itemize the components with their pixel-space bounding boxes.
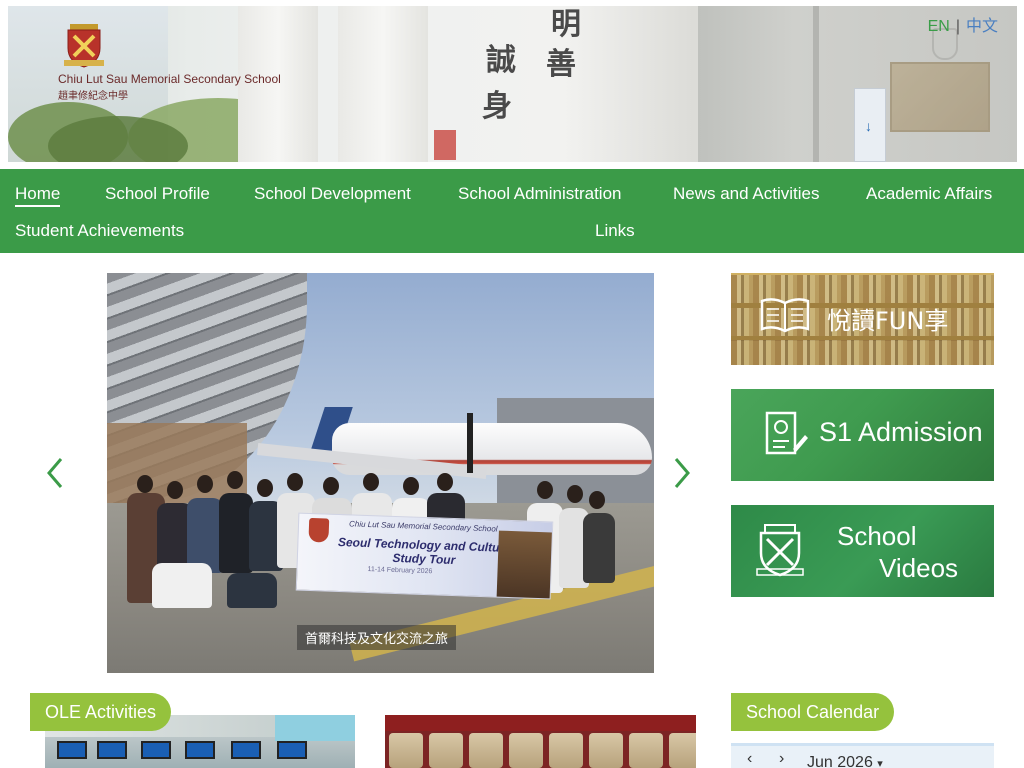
nav-academic-affairs[interactable]: Academic Affairs [866, 184, 992, 204]
main-nav: Home School Profile School Development S… [0, 169, 1024, 253]
nav-links[interactable]: Links [595, 221, 635, 241]
banner-tour-dates: 11-14 February 2026 [367, 566, 433, 576]
calendar-next-button[interactable]: › [779, 750, 784, 768]
chevron-left-icon [47, 458, 63, 488]
school-calendar-heading[interactable]: School Calendar [731, 693, 895, 731]
calendar-prev-button[interactable]: ‹ [747, 750, 752, 768]
banner-seal [434, 130, 456, 160]
slide-tour-banner: Chiu Lut Sau Memorial Secondary School S… [295, 512, 554, 600]
nav-home[interactable]: Home [15, 184, 61, 207]
promo-school-videos[interactable]: School Videos [731, 505, 994, 597]
school-calendar: ‹ › Jun 2026 ▾ [731, 743, 994, 768]
school-name-en: Chiu Lut Sau Memorial Secondary School [58, 72, 281, 86]
school-crest-icon [64, 24, 104, 68]
calendar-month-label: Jun 2026 [807, 754, 873, 768]
chevron-down-icon: ▾ [877, 758, 883, 768]
ole-activities-heading[interactable]: OLE Activities [30, 693, 172, 731]
lang-en-link[interactable]: EN [928, 18, 950, 35]
banner-crest-icon [308, 517, 330, 543]
hero-slide-image[interactable]: Chiu Lut Sau Memorial Secondary School S… [107, 273, 654, 673]
nav-student-achievements[interactable]: Student Achievements [15, 221, 184, 241]
lang-separator: | [955, 18, 960, 35]
slide-caption: 首爾科技及文化交流之旅 [297, 625, 457, 650]
promo-reading-label: 悅讀FUN享 [827, 307, 949, 335]
inscription-char: 身 [482, 89, 512, 124]
nav-school-administration[interactable]: School Administration [458, 184, 621, 204]
promo-admission-label: S1 Admission [819, 417, 983, 447]
banner-sign: ↓ [854, 88, 886, 162]
nav-school-profile[interactable]: School Profile [105, 184, 210, 204]
promo-videos-label-line2: Videos [879, 553, 959, 583]
school-crest-icon [756, 524, 804, 577]
inscription-char: 明 [551, 7, 581, 42]
promo-reading-fun[interactable]: 悅讀FUN享 [731, 273, 994, 365]
language-switcher: EN | 中文 [928, 12, 998, 36]
nav-school-development[interactable]: School Development [254, 184, 411, 204]
promo-s1-admission[interactable]: S1 Admission [731, 389, 994, 481]
nav-news-activities[interactable]: News and Activities [673, 184, 819, 204]
banner-plaque [890, 62, 990, 132]
chevron-right-icon [674, 458, 690, 488]
school-name-zh: 趙聿修紀念中學 [58, 91, 128, 102]
banner-school-name: Chiu Lut Sau Memorial Secondary School [348, 519, 498, 534]
inscription-char: 誠 [486, 43, 516, 78]
inscription-char: 善 [546, 47, 576, 82]
application-form-icon [765, 411, 808, 455]
lang-zh-link[interactable]: 中文 [966, 16, 998, 35]
site-header: ↓ 明 善 誠 身 Chiu Lut Sau Memorial Secondar… [0, 0, 1024, 168]
activity-thumbnail[interactable] [385, 715, 696, 768]
promo-videos-label-line1: School [837, 521, 917, 551]
banner-tour-title: Seoul Technology and Culture Study Tour [337, 534, 512, 568]
calendar-month-select[interactable]: Jun 2026 ▾ [807, 754, 883, 768]
slider-next-button[interactable] [670, 455, 694, 491]
book-icon [760, 298, 810, 333]
banner-pillar [338, 6, 428, 162]
slider-prev-button[interactable] [43, 455, 67, 491]
school-logo[interactable]: Chiu Lut Sau Memorial Secondary School 趙… [56, 24, 296, 104]
